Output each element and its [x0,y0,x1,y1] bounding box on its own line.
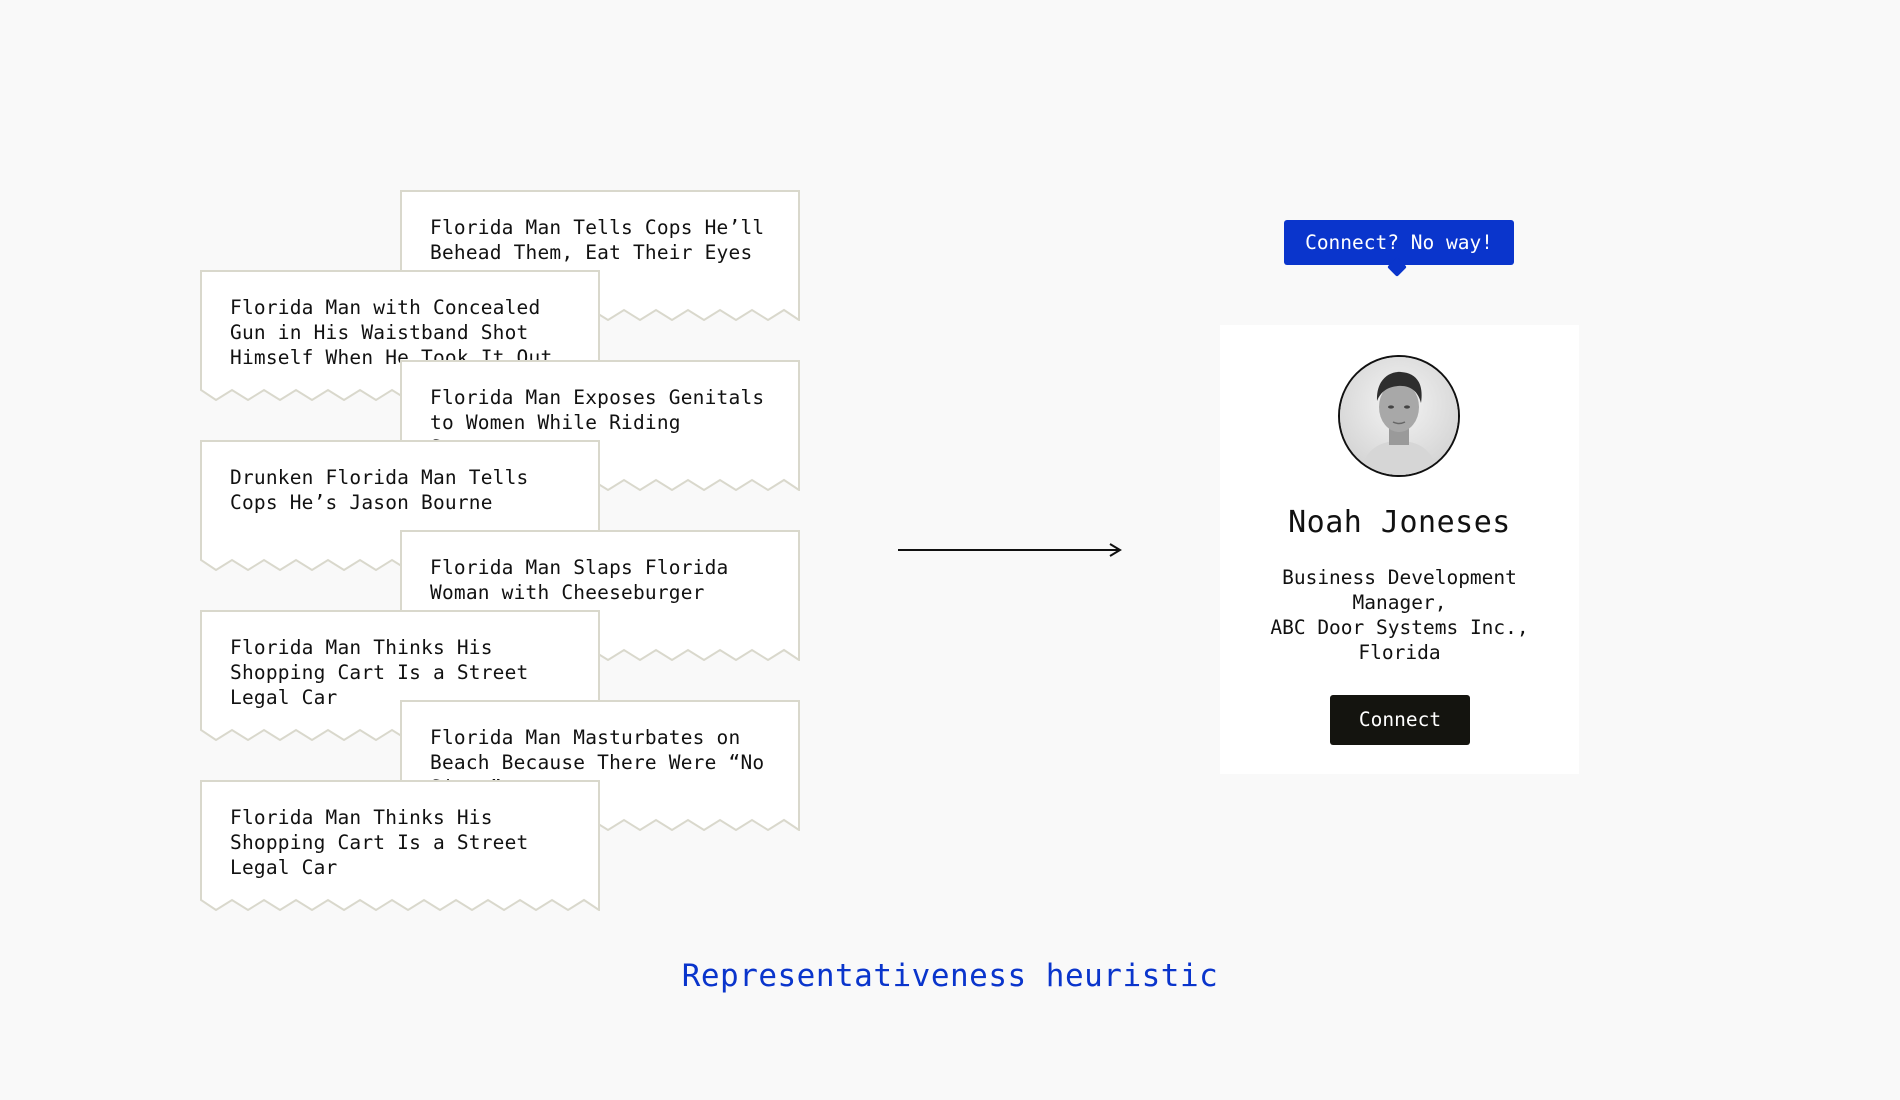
connect-button[interactable]: Connect [1330,695,1470,745]
headline-text: Florida Man Tells Cops He’ll Behead Them… [430,216,765,264]
headline-clipping: Florida Man Thinks His Shopping Cart Is … [200,780,600,911]
profile-role: Business Development Manager, ABC Door S… [1270,566,1529,664]
headline-text: Florida Man with Concealed Gun in His Wa… [230,296,553,369]
person-portrait-icon [1340,357,1458,475]
headline-text: Florida Man Thinks His Shopping Cart Is … [230,806,529,879]
headline-text: Florida Man Thinks His Shopping Cart Is … [230,636,529,709]
headline-text: Drunken Florida Man Tells Cops He’s Jaso… [230,466,529,514]
profile-name: Noah Joneses [1288,505,1511,540]
right-arrow-icon [898,543,1122,557]
caption-title: Representativeness heuristic [681,958,1219,994]
profile-card: Noah Joneses Business Development Manage… [1220,325,1579,774]
headline-text: Florida Man Slaps Florida Woman with Che… [430,556,729,604]
avatar [1338,355,1460,477]
